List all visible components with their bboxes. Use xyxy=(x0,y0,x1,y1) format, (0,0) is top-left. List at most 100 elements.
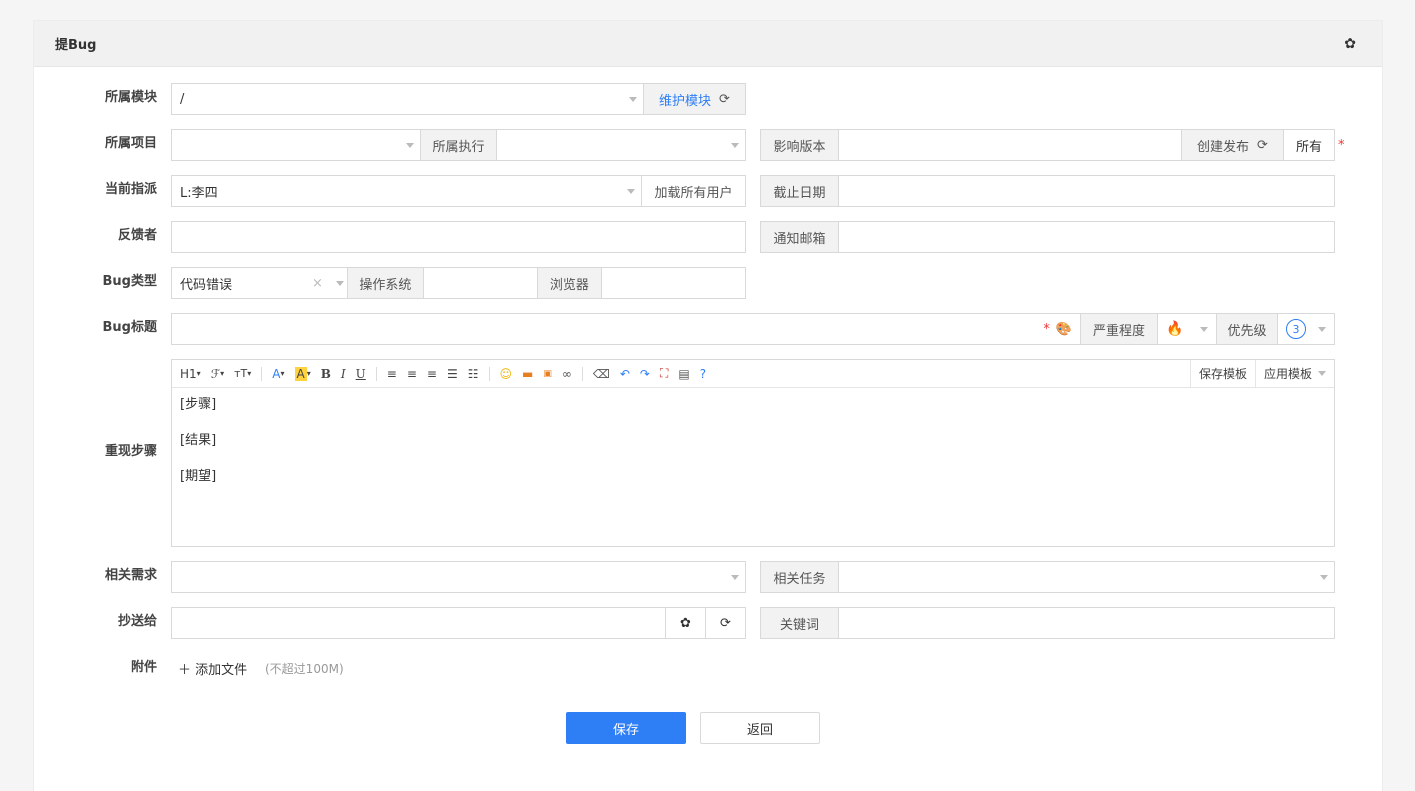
add-file-button[interactable]: ＋ 添加文件 xyxy=(178,659,247,678)
execution-select[interactable] xyxy=(497,130,719,160)
story-select[interactable] xyxy=(171,561,746,593)
bg-color-button[interactable]: A ▾ xyxy=(294,365,311,383)
module-label: 所属模块 xyxy=(104,90,157,105)
steps-label: 重现步骤 xyxy=(104,444,157,459)
severity-label: 严重程度 xyxy=(1080,314,1158,344)
deadline-label: 截止日期 xyxy=(761,176,839,206)
assignee-label: 当前指派 xyxy=(104,182,157,197)
toolbar-divider xyxy=(261,366,263,381)
editor-toolbar: H1 ▾ ℱ ▾ тT ▾ A ▾ A ▾ B I U ≡ ≡ ≡ ☰ ☷ ☺ ▬ ▣ ∞… xyxy=(172,360,1334,388)
steps-placeholder: [步骤] xyxy=(180,397,217,412)
ordered-list-icon[interactable]: ☰ xyxy=(447,365,458,383)
keywords-label: 关键词 xyxy=(761,608,839,638)
heading-button[interactable]: H1 ▾ xyxy=(180,365,201,383)
link-icon[interactable]: ∞ xyxy=(562,365,572,383)
template-actions: 保存模板 应用模板 xyxy=(1189,360,1334,387)
refresh-icon[interactable]: ⟳ xyxy=(719,92,730,107)
required-mark: * xyxy=(1043,321,1050,337)
italic-button[interactable]: I xyxy=(341,365,346,383)
font-family-button[interactable]: ℱ ▾ xyxy=(211,365,224,383)
notify-email-label: 通知邮箱 xyxy=(761,222,839,252)
feedback-input[interactable] xyxy=(171,221,746,253)
assignee-select[interactable]: L:李四 xyxy=(172,176,615,206)
back-button[interactable]: 返回 xyxy=(700,712,820,744)
fullscreen-icon[interactable]: ⛶ xyxy=(660,365,668,383)
browser-label: 浏览器 xyxy=(536,268,602,298)
toolbar-divider xyxy=(581,366,583,381)
underline-button[interactable]: U xyxy=(356,365,366,383)
plus-icon: ＋ xyxy=(178,663,192,678)
chevron-down-icon xyxy=(615,176,641,206)
redo-icon[interactable]: ↷ xyxy=(640,365,650,383)
required-mark: * xyxy=(1338,138,1345,153)
module-value: / xyxy=(180,91,185,107)
story-value xyxy=(172,562,719,592)
palette-icon[interactable]: 🎨 xyxy=(1056,322,1072,337)
apply-template-button[interactable]: 应用模板 xyxy=(1254,360,1334,387)
bold-button[interactable]: B xyxy=(321,365,331,383)
source-icon[interactable]: ▤ xyxy=(678,365,689,383)
all-builds-button[interactable]: 所有 xyxy=(1284,130,1334,160)
build-group: 影响版本 创建发布 ⟳ 所有 xyxy=(760,129,1335,161)
build-label: 影响版本 xyxy=(761,130,839,160)
unordered-list-icon[interactable]: ☷ xyxy=(468,365,479,383)
cc-group: ✿ ⟳ xyxy=(171,607,746,639)
refresh-icon[interactable]: ⟳ xyxy=(705,608,745,638)
chevron-down-icon xyxy=(719,562,745,592)
priority-value: 3 xyxy=(1286,319,1306,339)
image-icon[interactable]: ▬ xyxy=(522,365,533,383)
task-select[interactable] xyxy=(839,562,1308,592)
deadline-input[interactable] xyxy=(839,176,1334,206)
assignee-group: L:李四 加载所有用户 xyxy=(171,175,746,207)
keywords-input[interactable] xyxy=(839,608,1334,638)
align-left-icon[interactable]: ≡ xyxy=(387,365,397,383)
cc-input[interactable] xyxy=(172,608,665,638)
create-release-button[interactable]: 创建发布 ⟳ xyxy=(1181,130,1284,160)
chevron-down-icon xyxy=(394,130,420,160)
priority-select[interactable]: 3 xyxy=(1278,314,1334,344)
gear-icon[interactable]: ✿ xyxy=(665,608,705,638)
chevron-down-icon xyxy=(1308,562,1334,592)
bug-title-label: Bug标题 xyxy=(102,320,157,335)
story-label: 相关需求 xyxy=(104,568,157,583)
code-icon[interactable]: ▣ xyxy=(543,365,552,383)
build-select[interactable] xyxy=(839,130,1181,160)
font-color-button[interactable]: A ▾ xyxy=(272,365,284,383)
load-all-users-button[interactable]: 加载所有用户 xyxy=(641,176,745,206)
os-select[interactable] xyxy=(424,268,537,298)
toolbar-divider xyxy=(488,366,490,381)
save-button[interactable]: 保存 xyxy=(566,712,686,744)
project-execution-group: 所属执行 xyxy=(171,129,746,161)
severity-select[interactable]: 🔥 xyxy=(1158,314,1216,344)
emoji-icon[interactable]: ☺ xyxy=(500,365,513,383)
refresh-icon[interactable]: ⟳ xyxy=(1257,138,1268,153)
align-center-icon[interactable]: ≡ xyxy=(407,365,417,383)
attachment-label: 附件 xyxy=(130,660,157,675)
font-size-button[interactable]: тT ▾ xyxy=(234,365,251,383)
help-icon[interactable]: ? xyxy=(700,365,706,383)
steps-editor[interactable]: H1 ▾ ℱ ▾ тT ▾ A ▾ A ▾ B I U ≡ ≡ ≡ ☰ ☷ ☺ ▬ ▣ ∞… xyxy=(171,359,1335,547)
gear-icon[interactable]: ✿ xyxy=(1344,37,1356,51)
page-title: 提Bug xyxy=(55,38,97,53)
bug-title-input[interactable] xyxy=(172,314,1043,344)
notify-email-group: 通知邮箱 xyxy=(760,221,1335,253)
close-icon[interactable]: × xyxy=(312,276,323,291)
notify-email-input[interactable] xyxy=(839,222,1334,252)
task-label: 相关任务 xyxy=(761,562,839,592)
module-select[interactable]: / 维护模块 ⟳ xyxy=(171,83,746,115)
align-right-icon[interactable]: ≡ xyxy=(427,365,437,383)
undo-icon[interactable]: ↶ xyxy=(620,365,630,383)
bug-type-select[interactable]: 代码错误 xyxy=(172,268,312,298)
maintain-module-button[interactable]: 维护模块 ⟳ xyxy=(643,84,745,114)
result-placeholder: [结果] xyxy=(180,433,217,448)
eraser-icon[interactable]: ⌫ xyxy=(593,365,610,383)
cc-label: 抄送给 xyxy=(117,614,157,629)
browser-select[interactable] xyxy=(602,268,745,298)
expect-placeholder: [期望] xyxy=(180,469,217,484)
project-select[interactable] xyxy=(172,130,394,160)
editor-content[interactable]: [步骤] [结果] [期望] xyxy=(172,388,1334,512)
keywords-group: 关键词 xyxy=(760,607,1335,639)
chevron-down-icon xyxy=(1318,326,1326,332)
save-template-button[interactable]: 保存模板 xyxy=(1189,360,1255,387)
panel-header: 提Bug ✿ xyxy=(34,21,1382,67)
